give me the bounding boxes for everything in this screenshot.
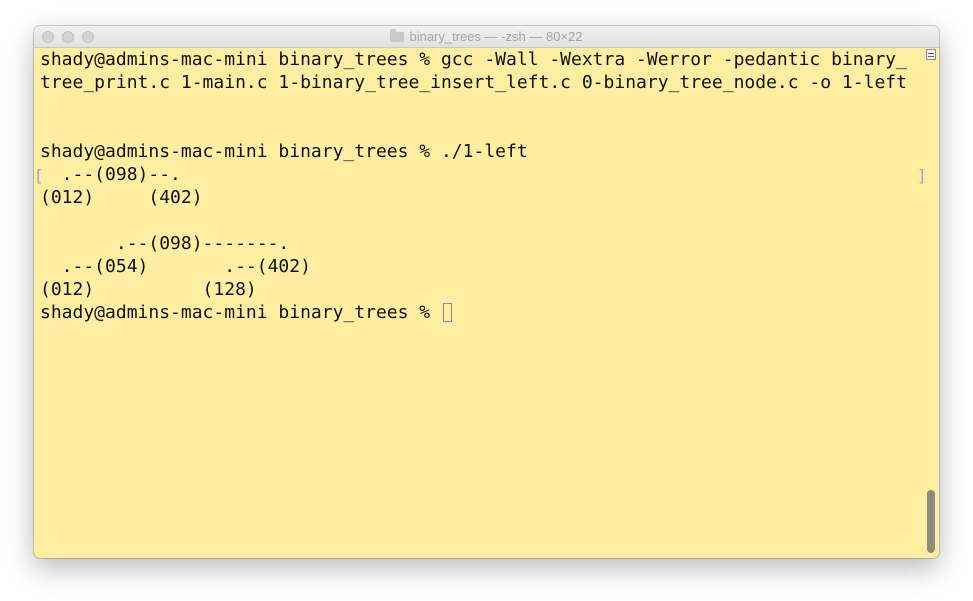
window-title: binary_trees — -zsh — 80×22 [409,29,583,44]
prompt-line[interactable]: shady@admins-mac-mini binary_trees % [40,301,452,324]
title-bar[interactable]: binary_trees — -zsh — 80×22 [34,26,939,48]
terminal-window: binary_trees — -zsh — 80×22 shady@admins… [34,26,939,558]
mark-bracket-left: [ [34,166,44,185]
terminal-line: (012) (128) [40,279,257,300]
terminal-line: .--(054) .--(402) [40,256,311,277]
folder-icon [390,29,405,42]
terminal-line: tree_print.c 1-main.c 1-binary_tree_inse… [40,72,907,93]
terminal-content[interactable]: shady@admins-mac-mini binary_trees % gcc… [34,48,927,558]
scrollbar-track[interactable] [924,62,939,558]
text-cursor [442,303,452,322]
scrollbar-thumb[interactable] [927,490,935,553]
scroll-menu-icon[interactable] [926,49,936,60]
terminal-line: shady@admins-mac-mini binary_trees % gcc… [40,49,907,70]
window-title-container: binary_trees — -zsh — 80×22 [34,26,939,48]
terminal-line: .--(098)-------. [40,233,290,254]
prompt-text: shady@admins-mac-mini binary_trees % [40,302,441,323]
terminal-line: .--(098)--. [40,164,181,185]
terminal-line: shady@admins-mac-mini binary_trees % ./1… [40,141,528,162]
terminal-line: (012) (402) [40,187,203,208]
